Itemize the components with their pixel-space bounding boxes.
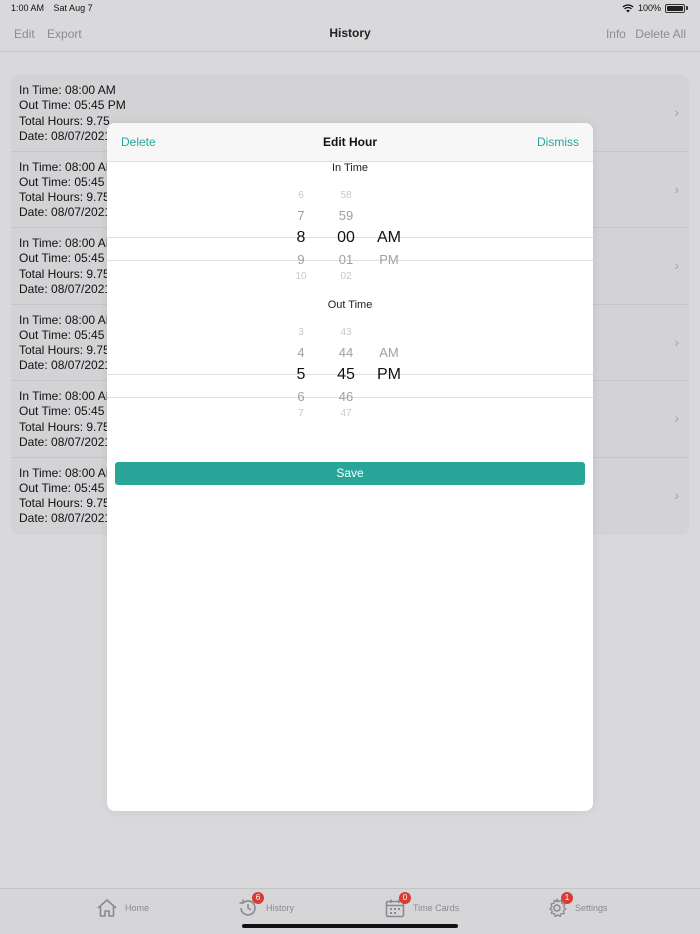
picker-option[interactable]: 7 — [281, 408, 321, 419]
home-indicator — [242, 924, 458, 928]
picker-option[interactable]: 02 — [326, 271, 366, 282]
picker-option[interactable]: 3 — [281, 327, 321, 338]
tab-settings[interactable]: 1 Settings — [546, 892, 608, 919]
picker-option[interactable]: 6 — [281, 190, 321, 201]
out-hour-wheel[interactable]: 3 4 5 6 7 — [281, 311, 321, 421]
picker-option[interactable]: 10 — [281, 271, 321, 282]
tab-history[interactable]: 6 History — [237, 892, 295, 919]
picker-selected-option[interactable]: AM — [369, 229, 409, 247]
tab-home[interactable]: Home — [96, 897, 149, 919]
out-time-label: Out Time — [327, 299, 373, 311]
modal-title: Edit Hour — [323, 135, 377, 149]
status-time: 1:00 AM — [11, 3, 45, 13]
status-right: 100% — [622, 3, 688, 13]
picker-option[interactable]: 59 — [326, 208, 366, 223]
picker-option[interactable]: 7 — [281, 208, 321, 223]
picker-option[interactable]: 58 — [326, 190, 366, 201]
out-time-picker[interactable]: 3 4 5 6 7 43 44 45 46 47 AM PM — [107, 311, 593, 421]
picker-option[interactable]: 47 — [326, 408, 366, 419]
battery-icon — [665, 3, 685, 13]
tab-time-cards[interactable]: 0 Time Cards — [384, 892, 460, 919]
in-ampm-wheel[interactable]: AM PM — [369, 174, 409, 284]
in-time-label: In Time — [331, 162, 369, 174]
picker-option[interactable]: AM — [369, 345, 409, 360]
picker-selected-option[interactable]: PM — [369, 366, 409, 384]
status-date: Sat Aug 7 — [53, 3, 93, 13]
picker-option[interactable]: 9 — [281, 252, 321, 267]
in-minute-wheel[interactable]: 58 59 00 01 02 — [326, 174, 366, 284]
picker-option[interactable]: 43 — [326, 327, 366, 338]
in-time-picker[interactable]: 6 7 8 9 10 58 59 00 01 02 AM PM — [107, 174, 593, 284]
in-hour-wheel[interactable]: 6 7 8 9 10 — [281, 174, 321, 284]
picker-option[interactable]: PM — [369, 252, 409, 267]
picker-option[interactable]: 46 — [326, 389, 366, 404]
tab-settings-label: Settings — [575, 903, 608, 913]
picker-option[interactable]: 44 — [326, 345, 366, 360]
tab-time-cards-label: Time Cards — [413, 903, 460, 913]
tab-history-label: History — [266, 903, 295, 913]
picker-selected-option[interactable]: 00 — [326, 229, 366, 247]
out-minute-wheel[interactable]: 43 44 45 46 47 — [326, 311, 366, 421]
save-button[interactable]: Save — [115, 462, 585, 485]
wifi-icon — [622, 3, 634, 12]
calendar-icon: 0 — [384, 892, 411, 919]
gear-icon: 1 — [546, 892, 573, 919]
history-badge: 6 — [252, 892, 264, 904]
tab-home-label: Home — [125, 903, 150, 913]
history-icon: 6 — [237, 892, 264, 919]
picker-selected-option[interactable]: 45 — [326, 366, 366, 384]
status-bar: 1:00 AM Sat Aug 7 100% — [0, 0, 700, 16]
dismiss-button[interactable]: Dismiss — [537, 135, 579, 149]
time-cards-badge: 0 — [399, 892, 411, 904]
settings-badge: 1 — [561, 892, 573, 904]
picker-option[interactable]: 6 — [281, 389, 321, 404]
picker-option[interactable]: 4 — [281, 345, 321, 360]
status-left: 1:00 AM Sat Aug 7 — [11, 3, 100, 13]
picker-selected-option[interactable]: 8 — [281, 229, 321, 247]
home-icon — [96, 897, 118, 919]
picker-selected-option[interactable]: 5 — [281, 366, 321, 384]
battery-percent: 100% — [637, 3, 661, 13]
edit-hour-modal: Delete Edit Hour Dismiss In Time 6 7 8 9… — [107, 123, 593, 811]
picker-option[interactable]: 01 — [326, 252, 366, 267]
modal-header: Delete Edit Hour Dismiss — [107, 123, 593, 162]
battery-tip — [686, 6, 688, 10]
out-ampm-wheel[interactable]: AM PM — [369, 311, 409, 421]
